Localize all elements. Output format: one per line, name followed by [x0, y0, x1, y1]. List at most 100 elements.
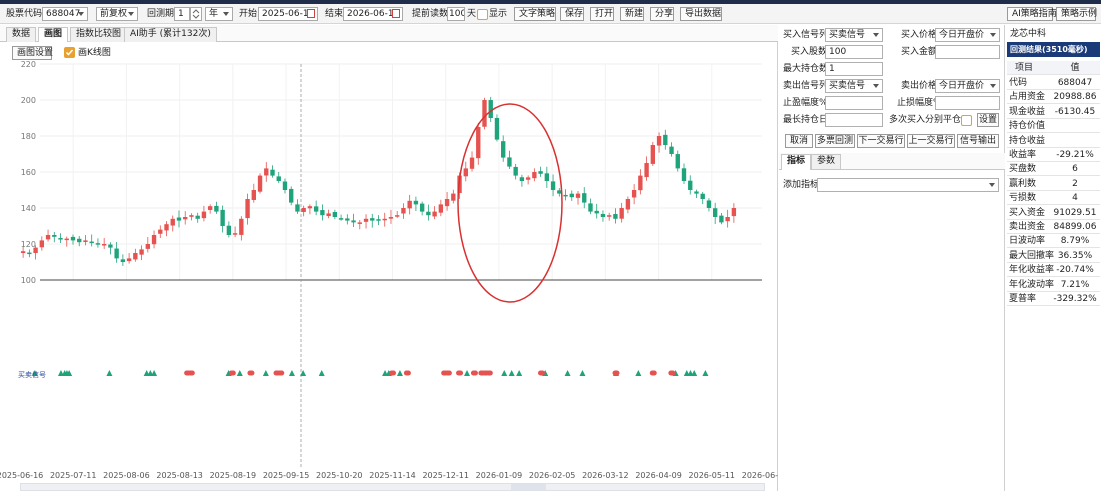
candle-up: [444, 199, 450, 207]
export-data-button[interactable]: 导出数据: [680, 7, 722, 21]
settings-button[interactable]: 设置: [977, 113, 999, 127]
tab-index-compare[interactable]: 指数比较图: [70, 27, 128, 42]
buy-signal-marker: [106, 370, 113, 376]
candle-up: [183, 217, 188, 220]
tab-indicators[interactable]: 指标: [781, 154, 812, 170]
ai-guide-button[interactable]: AI策略指南: [1007, 7, 1057, 21]
multi-buy-checkbox[interactable]: [961, 115, 972, 126]
candle-down: [513, 166, 518, 176]
candle-down: [282, 181, 288, 190]
result-item-label: 夏普率: [1009, 294, 1037, 304]
candle-down: [719, 215, 724, 223]
calendar-icon[interactable]: [307, 9, 315, 18]
result-item-label: 日波动率: [1009, 236, 1046, 247]
new-button[interactable]: 新建: [620, 7, 644, 21]
candle-up: [451, 193, 456, 201]
buy-signal-marker: [288, 370, 295, 376]
table-row: 收益率 -29.21%: [1007, 148, 1100, 162]
multi-backtest-button[interactable]: 多票回测: [815, 134, 855, 148]
candle-down: [52, 235, 57, 237]
result-item-label: 买入资金: [1009, 207, 1046, 218]
prev-trade-button[interactable]: 上一交易行: [907, 134, 955, 148]
kline-chart[interactable]: 1001201401601802002202025-06-16 2025-07-1…: [0, 42, 778, 491]
adjust-select[interactable]: 前复权: [96, 7, 138, 21]
table-row: 持仓价值: [1007, 119, 1100, 134]
add-indicator-label: 添加指标: [783, 180, 820, 190]
candle-down: [27, 252, 32, 255]
candle-up: [101, 244, 107, 246]
chart-horizontal-scrollbar[interactable]: [20, 483, 765, 491]
max-days-input[interactable]: [825, 113, 883, 127]
show-checkbox[interactable]: [477, 9, 488, 20]
tab-data[interactable]: 数据: [6, 27, 37, 42]
result-item-value: 20988.86: [1053, 92, 1097, 103]
calendar-icon[interactable]: [392, 9, 400, 18]
max-hold-input[interactable]: 1: [825, 62, 883, 76]
open-button[interactable]: 打开: [590, 7, 614, 21]
buy-signal-marker: [635, 370, 642, 376]
candle-up: [631, 190, 637, 198]
period-input[interactable]: 1: [174, 7, 190, 21]
stock-code-select[interactable]: 688047: [42, 7, 88, 21]
start-date-input[interactable]: 2025-06-16: [258, 7, 318, 21]
sell-signal-marker: [277, 370, 285, 376]
cancel-button[interactable]: 取消: [785, 134, 813, 148]
result-item-value: -20.74%: [1056, 265, 1094, 276]
strategy-examples-button[interactable]: 策略示例: [1056, 7, 1097, 21]
buy-price-select[interactable]: 今日开盘价: [935, 28, 1000, 42]
sell-signal-marker: [485, 370, 493, 376]
result-item-value: -6130.45: [1054, 106, 1096, 117]
period-unit-select[interactable]: 年: [205, 7, 233, 21]
candle-down: [613, 214, 618, 219]
buy-signal-select[interactable]: 买卖信号: [825, 28, 883, 42]
signal-output-button[interactable]: 信号输出: [957, 134, 999, 148]
x-tick-label: 2025-06-16: [0, 471, 43, 480]
buy-signal-marker: [564, 370, 571, 376]
candle-down: [120, 259, 126, 262]
buy-signal-marker: [396, 370, 403, 376]
candle-up: [482, 100, 487, 127]
buy-amount-input[interactable]: [935, 45, 1000, 59]
buy-shares-input[interactable]: 100: [825, 45, 883, 59]
next-trade-button[interactable]: 下一交易行: [857, 134, 905, 148]
take-profit-input[interactable]: [825, 96, 883, 110]
sell-signal-select[interactable]: 买卖信号: [825, 79, 883, 93]
stop-loss-input[interactable]: [935, 96, 1000, 110]
candle-down: [77, 238, 82, 243]
y-tick-label: 140: [21, 204, 36, 213]
y-tick-label: 220: [21, 60, 36, 69]
buy-signal-marker: [464, 370, 470, 376]
share-button[interactable]: 分享: [650, 7, 674, 21]
x-tick-label: 2026-04-09: [635, 471, 682, 480]
buy-signal-marker: [318, 370, 325, 376]
candle-down: [694, 191, 699, 194]
candle-down: [675, 154, 680, 169]
sell-signal-marker: [538, 370, 545, 376]
tab-params[interactable]: 参数: [811, 154, 842, 169]
scrollbar-thumb[interactable]: [511, 484, 546, 490]
text-strategy-button[interactable]: 文字策略: [514, 7, 556, 21]
candle-down: [600, 213, 606, 217]
period-stepper[interactable]: [190, 7, 202, 21]
candle-down: [89, 241, 94, 244]
sell-price-select[interactable]: 今日开盘价: [935, 79, 1000, 93]
candle-down: [195, 215, 200, 219]
sell-signal-marker: [247, 370, 255, 376]
stock-name: 龙芯中科: [1010, 29, 1047, 39]
candle-up: [725, 217, 730, 222]
candle-down: [706, 200, 712, 208]
chart-panel: 画图设置 画K线图 100 120 140 160 180 200 220 2025-06-1…: [0, 42, 778, 491]
result-item-value: -329.32%: [1053, 294, 1097, 304]
tab-ai-assistant[interactable]: AI助手 (累计132次): [124, 27, 217, 42]
end-date-input[interactable]: 2026-06-15: [343, 7, 403, 21]
candle-down: [413, 200, 419, 205]
candle-down: [270, 169, 275, 176]
add-indicator-select[interactable]: [817, 178, 999, 192]
tab-chart[interactable]: 画图: [38, 27, 69, 43]
candle-up: [575, 193, 581, 198]
save-button[interactable]: 保存: [560, 7, 584, 21]
lookahead-input[interactable]: 100: [447, 7, 465, 21]
result-item-value: 688047: [1057, 78, 1093, 88]
candle-down: [376, 219, 381, 221]
result-item-label: 年化波动率: [1009, 279, 1055, 290]
